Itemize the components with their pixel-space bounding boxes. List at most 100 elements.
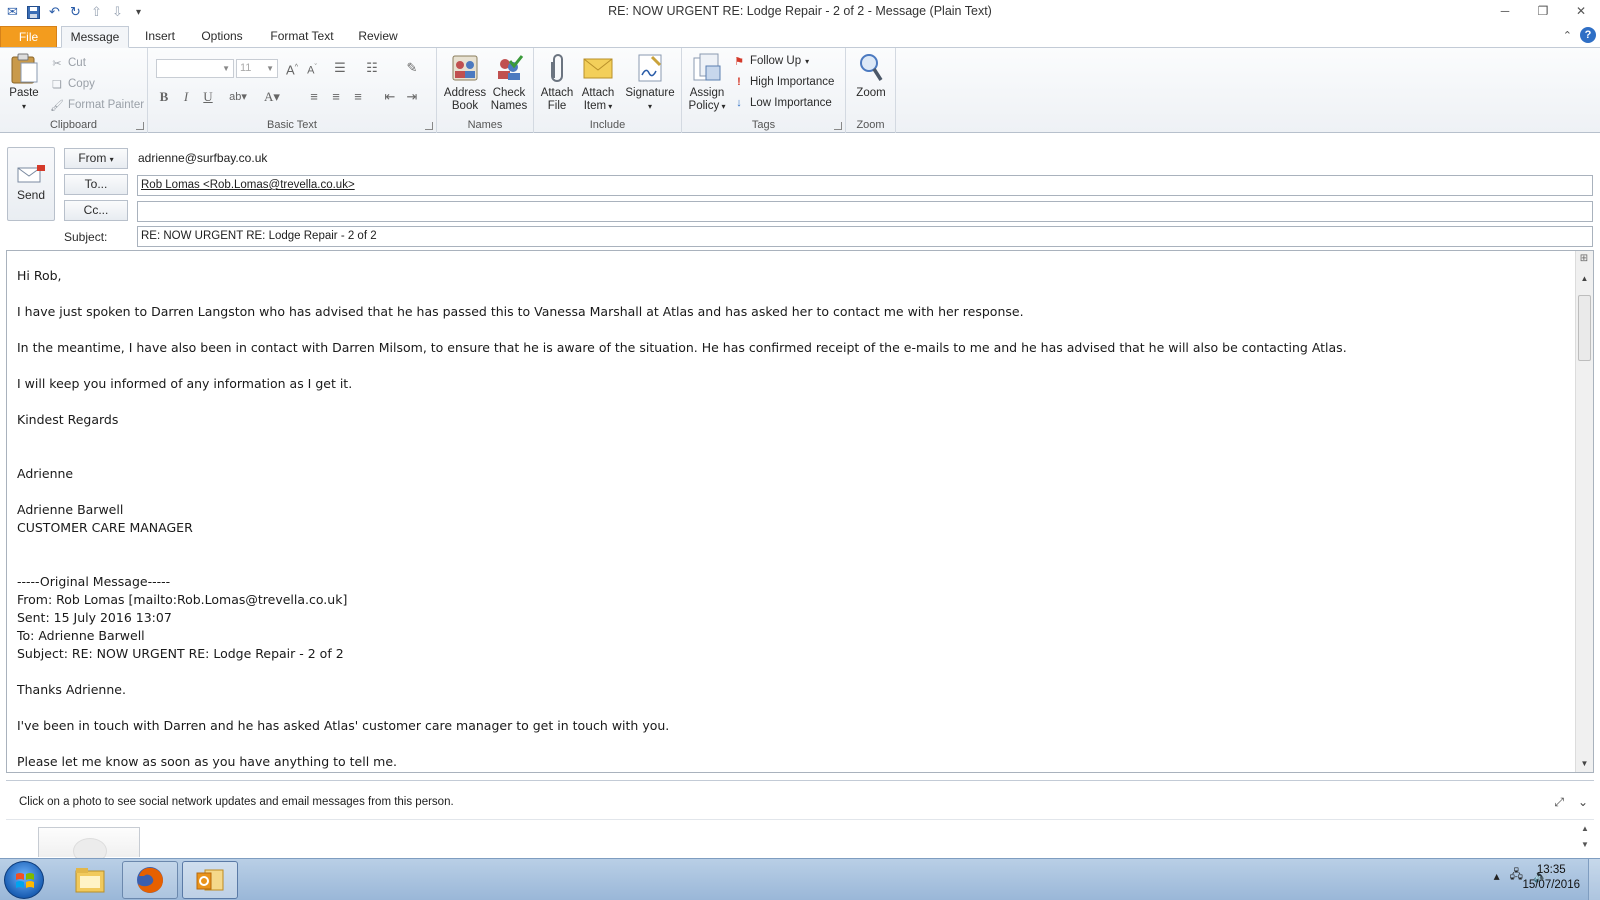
decrease-indent-icon[interactable]: ⇤ bbox=[380, 88, 400, 106]
zoom-button[interactable]: Zoom bbox=[850, 52, 892, 100]
highlight-icon[interactable]: ab▾ bbox=[228, 88, 248, 106]
attach-file-button[interactable]: Attach File bbox=[537, 52, 577, 113]
body-line: CUSTOMER CARE MANAGER bbox=[17, 520, 193, 535]
font-size-combo[interactable]: 11 ▼ bbox=[236, 59, 278, 78]
numbering-icon[interactable]: ☷ bbox=[362, 59, 382, 77]
customize-qat-icon[interactable]: ▾ bbox=[128, 2, 149, 22]
ruler-toggle-icon[interactable]: ⊞ bbox=[1577, 253, 1591, 267]
undo-icon[interactable]: ↶ bbox=[44, 2, 65, 22]
font-color-icon[interactable]: A▾ bbox=[262, 88, 282, 106]
next-item-icon[interactable]: ⇩ bbox=[107, 2, 128, 22]
people-pane-scrollbar[interactable]: ▲ ▼ bbox=[1576, 821, 1594, 856]
expand-pane-icon[interactable]: ⤢ bbox=[1554, 795, 1564, 810]
clipboard-group-label: Clipboard bbox=[49, 119, 98, 131]
taskbar-outlook[interactable] bbox=[182, 861, 238, 899]
from-value: adrienne@surfbay.co.uk bbox=[138, 151, 268, 165]
clipboard-launcher-icon[interactable] bbox=[136, 122, 144, 130]
tab-review[interactable]: Review bbox=[352, 26, 404, 48]
save-icon[interactable] bbox=[23, 2, 44, 22]
paste-button[interactable]: Paste ▾ bbox=[6, 52, 42, 113]
start-button[interactable] bbox=[4, 861, 44, 899]
tab-message[interactable]: Message bbox=[61, 26, 129, 48]
check-names-button[interactable]: Check Names bbox=[487, 52, 531, 113]
redo-icon[interactable]: ↻ bbox=[65, 2, 86, 22]
assign-policy-icon bbox=[691, 52, 723, 84]
tags-launcher-icon[interactable] bbox=[834, 122, 842, 130]
paste-label: Paste bbox=[9, 87, 39, 99]
scrollbar-thumb[interactable] bbox=[1578, 295, 1591, 361]
check-names-label-2: Names bbox=[490, 100, 528, 112]
network-icon[interactable]: 🖧 bbox=[1510, 865, 1523, 886]
minimize-ribbon-icon[interactable]: ⌃ bbox=[1563, 29, 1572, 42]
magnifier-icon bbox=[855, 52, 887, 84]
minimize-button[interactable]: ─ bbox=[1486, 0, 1524, 22]
taskbar-explorer[interactable] bbox=[62, 861, 118, 899]
help-icon[interactable]: ? bbox=[1580, 27, 1596, 43]
names-group: Address Book Check Names Names bbox=[437, 48, 534, 133]
window-controls: ─ ❐ ✕ bbox=[1486, 0, 1600, 22]
previous-item-icon[interactable]: ⇧ bbox=[86, 2, 107, 22]
tab-file[interactable]: File bbox=[0, 26, 57, 48]
taskbar: ▴ 🖧 🔊 13:35 15/07/2016 bbox=[0, 858, 1600, 900]
to-field[interactable]: Rob Lomas <Rob.Lomas@trevella.co.uk> bbox=[137, 175, 1593, 196]
down-arrow-icon: ↓ bbox=[736, 97, 742, 109]
zoom-group: Zoom Zoom bbox=[846, 48, 896, 133]
tab-options[interactable]: Options bbox=[193, 26, 251, 48]
cc-button[interactable]: Cc... bbox=[64, 200, 128, 221]
shrink-font-icon[interactable]: Aˇ bbox=[302, 59, 322, 77]
increase-indent-icon[interactable]: ⇥ bbox=[402, 88, 422, 106]
follow-up-button[interactable]: ⚑ Follow Up ▾ bbox=[732, 51, 809, 71]
tab-format-text[interactable]: Format Text bbox=[262, 26, 342, 48]
check-names-label-1: Check bbox=[492, 87, 526, 99]
to-recipient[interactable]: Rob Lomas <Rob.Lomas@trevella.co.uk> bbox=[141, 179, 355, 191]
signature-button[interactable]: Signature ▾ bbox=[622, 52, 678, 113]
attach-item-button[interactable]: Attach Item ▾ bbox=[578, 52, 618, 113]
basic-text-launcher-icon[interactable] bbox=[425, 122, 433, 130]
low-importance-button[interactable]: ↓ Low Importance bbox=[732, 93, 832, 113]
scroll-up-icon[interactable]: ▲ bbox=[1576, 271, 1593, 287]
bullets-icon[interactable]: ☰ bbox=[330, 59, 350, 77]
assign-policy-button[interactable]: Assign Policy ▾ bbox=[686, 52, 728, 113]
signature-icon bbox=[634, 52, 666, 84]
close-button[interactable]: ✕ bbox=[1562, 0, 1600, 22]
show-desktop-button[interactable] bbox=[1588, 859, 1600, 900]
system-clock[interactable]: 13:35 15/07/2016 bbox=[1522, 863, 1580, 893]
address-book-button[interactable]: Address Book bbox=[443, 52, 487, 113]
high-importance-button[interactable]: ! High Importance bbox=[732, 72, 834, 92]
contact-photo[interactable] bbox=[38, 827, 140, 864]
font-name-combo[interactable]: ▼ bbox=[156, 59, 234, 78]
grow-font-icon[interactable]: A^ bbox=[282, 59, 302, 77]
taskbar-firefox[interactable] bbox=[122, 861, 178, 899]
title-bar: ✉ ↶ ↻ ⇧ ⇩ ▾ RE: NOW URGENT RE: Lodge Rep… bbox=[0, 0, 1600, 24]
firefox-icon bbox=[137, 867, 163, 893]
align-left-icon[interactable]: ≡ bbox=[304, 88, 324, 106]
cc-field[interactable] bbox=[137, 201, 1593, 222]
format-painter-button[interactable]: 🖌 Format Painter bbox=[50, 95, 144, 115]
message-body-text[interactable]: Hi Rob, I have just spoken to Darren Lan… bbox=[17, 267, 1563, 771]
align-right-icon[interactable]: ≡ bbox=[348, 88, 368, 106]
align-center-icon[interactable]: ≡ bbox=[326, 88, 346, 106]
italic-icon[interactable]: I bbox=[176, 88, 196, 106]
ribbon-tabs: File Message Insert Options Format Text … bbox=[0, 24, 1600, 48]
tab-insert[interactable]: Insert bbox=[137, 26, 183, 48]
bold-icon[interactable]: B bbox=[154, 88, 174, 106]
copy-button[interactable]: ❏ Copy bbox=[50, 74, 95, 94]
basic-text-group: ▼ 11 ▼ A^ Aˇ ☰ ☷ ✎ B I U ab▾ A▾ ≡ ≡ ≡ ⇤ ⇥… bbox=[148, 48, 437, 133]
scroll-down-icon[interactable]: ▼ bbox=[1576, 756, 1593, 772]
collapse-pane-icon[interactable]: ⌄ bbox=[1578, 795, 1588, 810]
show-hidden-icons[interactable]: ▴ bbox=[1494, 869, 1500, 883]
send-button[interactable]: Send bbox=[7, 147, 55, 221]
from-button[interactable]: From ▾ bbox=[64, 148, 128, 169]
attach-file-label-1: Attach bbox=[540, 87, 574, 99]
underline-icon[interactable]: U bbox=[198, 88, 218, 106]
subject-field[interactable]: RE: NOW URGENT RE: Lodge Repair - 2 of 2 bbox=[137, 226, 1593, 247]
outlook-window-icon[interactable]: ✉ bbox=[2, 2, 23, 22]
clock-date: 15/07/2016 bbox=[1522, 879, 1580, 891]
cut-button[interactable]: ✂ Cut bbox=[50, 53, 86, 73]
body-scrollbar[interactable]: ▲ ▼ bbox=[1575, 251, 1593, 772]
to-button[interactable]: To... bbox=[64, 174, 128, 195]
body-line: I've been in touch with Darren and he ha… bbox=[17, 718, 670, 733]
clear-formatting-icon[interactable]: ✎ bbox=[402, 59, 422, 77]
restore-button[interactable]: ❐ bbox=[1524, 0, 1562, 22]
message-body[interactable]: Hi Rob, I have just spoken to Darren Lan… bbox=[6, 250, 1594, 773]
